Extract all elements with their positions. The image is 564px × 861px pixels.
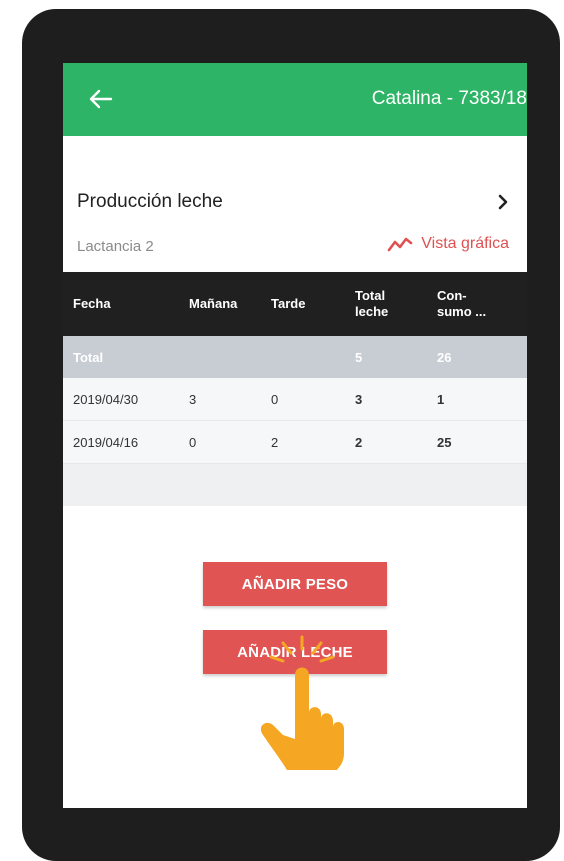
cell-total-leche: 2 [355,434,363,450]
table-row[interactable]: 2019/04/16 0 2 2 25 [63,421,527,464]
column-header-total-leche-label: Total leche [355,288,389,319]
chart-view-link[interactable]: Vista gráfica [387,235,509,253]
cell-consumo: 25 [437,434,452,450]
back-arrow-icon[interactable] [87,87,113,111]
cell-fecha: 2019/04/16 [73,434,139,450]
table-row[interactable]: 2019/04/30 3 0 3 1 [63,378,527,421]
section-title: Producción leche [77,191,223,212]
cell-manana: 0 [189,434,197,450]
cell-consumo: 1 [437,391,445,407]
milk-table: Fecha Mañana Tarde Total leche Con- sumo… [63,272,527,506]
cell-fecha: 2019/04/30 [73,391,139,407]
column-header-manana[interactable]: Mañana [189,272,237,336]
section-header[interactable]: Producción leche Lactancia 2 Vista gráfi… [63,136,527,272]
column-header-fecha[interactable]: Fecha [73,272,111,336]
cell-manana: 3 [189,391,197,407]
column-header-total-leche[interactable]: Total leche [355,272,388,336]
column-header-consumo-label: Con- sumo ... [437,288,487,319]
column-header-tarde[interactable]: Tarde [271,272,305,336]
cell-tarde: 0 [271,391,279,407]
app-screen: Catalina - 7383/18 Producción leche Lact… [63,63,527,808]
cell-total-leche: 3 [355,391,363,407]
column-header-consumo[interactable]: Con- sumo ... [437,272,486,336]
total-leche-value: 5 [355,349,363,365]
table-row-total: Total 5 26 [63,336,527,378]
table-header: Fecha Mañana Tarde Total leche Con- sumo… [63,272,527,336]
cell-tarde: 2 [271,434,279,450]
trend-line-icon [387,237,413,252]
tap-hand-icon [260,635,344,770]
total-label: Total [73,349,104,365]
table-row-empty [63,464,527,506]
total-consumo-value: 26 [437,349,452,365]
add-weight-button[interactable]: AÑADIR PESO [203,562,387,606]
lactation-label: Lactancia 2 [77,238,154,255]
app-bar: Catalina - 7383/18 [63,63,527,136]
chevron-right-icon[interactable] [497,194,509,210]
chart-view-label: Vista gráfica [421,235,509,252]
app-bar-title: Catalina - 7383/18 [371,88,527,109]
